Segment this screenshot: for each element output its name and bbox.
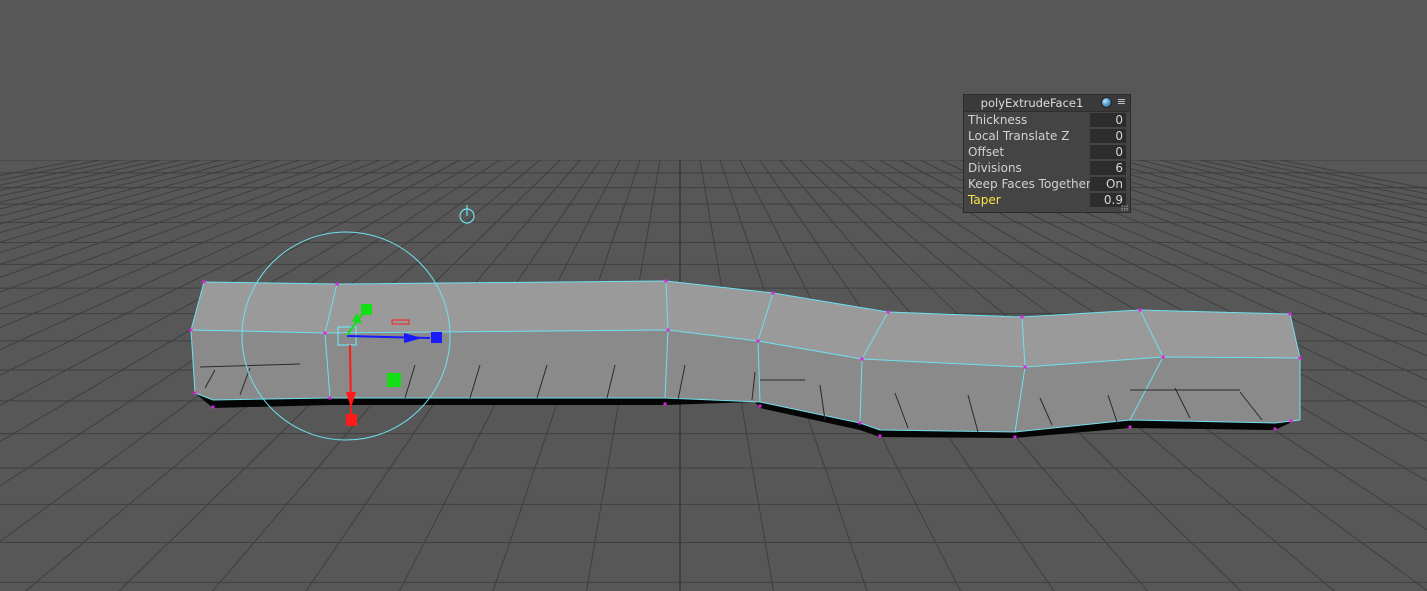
vertex[interactable] [886,310,890,314]
z-axis-cube-icon[interactable] [431,332,442,343]
attribute-label: Local Translate Z [968,129,1070,143]
attribute-value-field[interactable]: 0 [1090,113,1126,127]
vertex[interactable] [666,328,670,332]
attribute-row[interactable]: Taper 0.9 [964,192,1130,208]
attribute-label: Offset [968,145,1005,159]
vertex[interactable] [878,434,882,438]
attribute-row[interactable]: Offset 0 [964,144,1130,160]
attribute-panel[interactable]: polyExtrudeFace1 ≡ Thickness 0 Local Trans… [963,94,1131,213]
attribute-value-field[interactable]: 0 [1090,145,1126,159]
attribute-row[interactable]: Local Translate Z 0 [964,128,1130,144]
vertex[interactable] [858,421,862,425]
attribute-label: Keep Faces Together [968,177,1091,191]
vertex[interactable] [211,405,215,409]
hamburger-menu-icon[interactable]: ≡ [1117,95,1126,108]
vertex[interactable] [1020,315,1024,319]
vertex[interactable] [663,402,667,406]
vertex[interactable] [758,404,762,408]
vertex[interactable] [1288,312,1292,316]
attribute-value-field[interactable]: 0 [1090,129,1126,143]
attribute-row[interactable]: Divisions 6 [964,160,1130,176]
vertex[interactable] [1289,419,1293,423]
vertex[interactable] [1023,365,1027,369]
x-axis-cube-icon[interactable] [346,414,357,426]
vertex[interactable] [664,279,668,283]
attribute-label: Thickness [968,113,1028,127]
resize-grip-icon[interactable] [1121,205,1128,211]
3d-viewport[interactable]: polyExtrudeFace1 ≡ Thickness 0 Local Trans… [0,0,1427,591]
vertex[interactable] [860,357,864,361]
attribute-row[interactable]: Thickness 0 [964,112,1130,128]
vertex[interactable] [189,328,193,332]
attribute-value-field[interactable]: On [1090,177,1126,191]
vertex[interactable] [1128,425,1132,429]
vertex[interactable] [1013,435,1017,439]
vertex[interactable] [335,282,339,286]
attribute-value-field[interactable]: 6 [1090,161,1126,175]
attribute-label: Taper [968,193,1001,207]
attribute-panel-header[interactable]: polyExtrudeFace1 ≡ [964,95,1130,112]
vertex[interactable] [323,331,327,335]
vertex[interactable] [193,391,197,395]
vertex[interactable] [1161,355,1165,359]
vertex[interactable] [756,339,760,343]
vertex[interactable] [1298,356,1302,360]
vertex[interactable] [771,291,775,295]
vertex[interactable] [1138,308,1142,312]
attribute-panel-title: polyExtrudeFace1 [980,96,1084,110]
plane-handle-green[interactable] [387,373,401,387]
attribute-row[interactable]: Keep Faces Together On [964,176,1130,192]
attribute-rows: Thickness 0 Local Translate Z 0 Offset 0 Divis… [964,112,1130,208]
y-axis-cube-icon[interactable] [361,304,372,315]
vertex[interactable] [1273,427,1277,431]
vertex[interactable] [328,396,332,400]
attribute-label: Divisions [968,161,1022,175]
viewport-canvas[interactable] [0,0,1427,591]
vertex[interactable] [202,280,206,284]
globe-icon[interactable] [1101,97,1112,108]
pivot-marker-icon[interactable] [459,205,475,224]
